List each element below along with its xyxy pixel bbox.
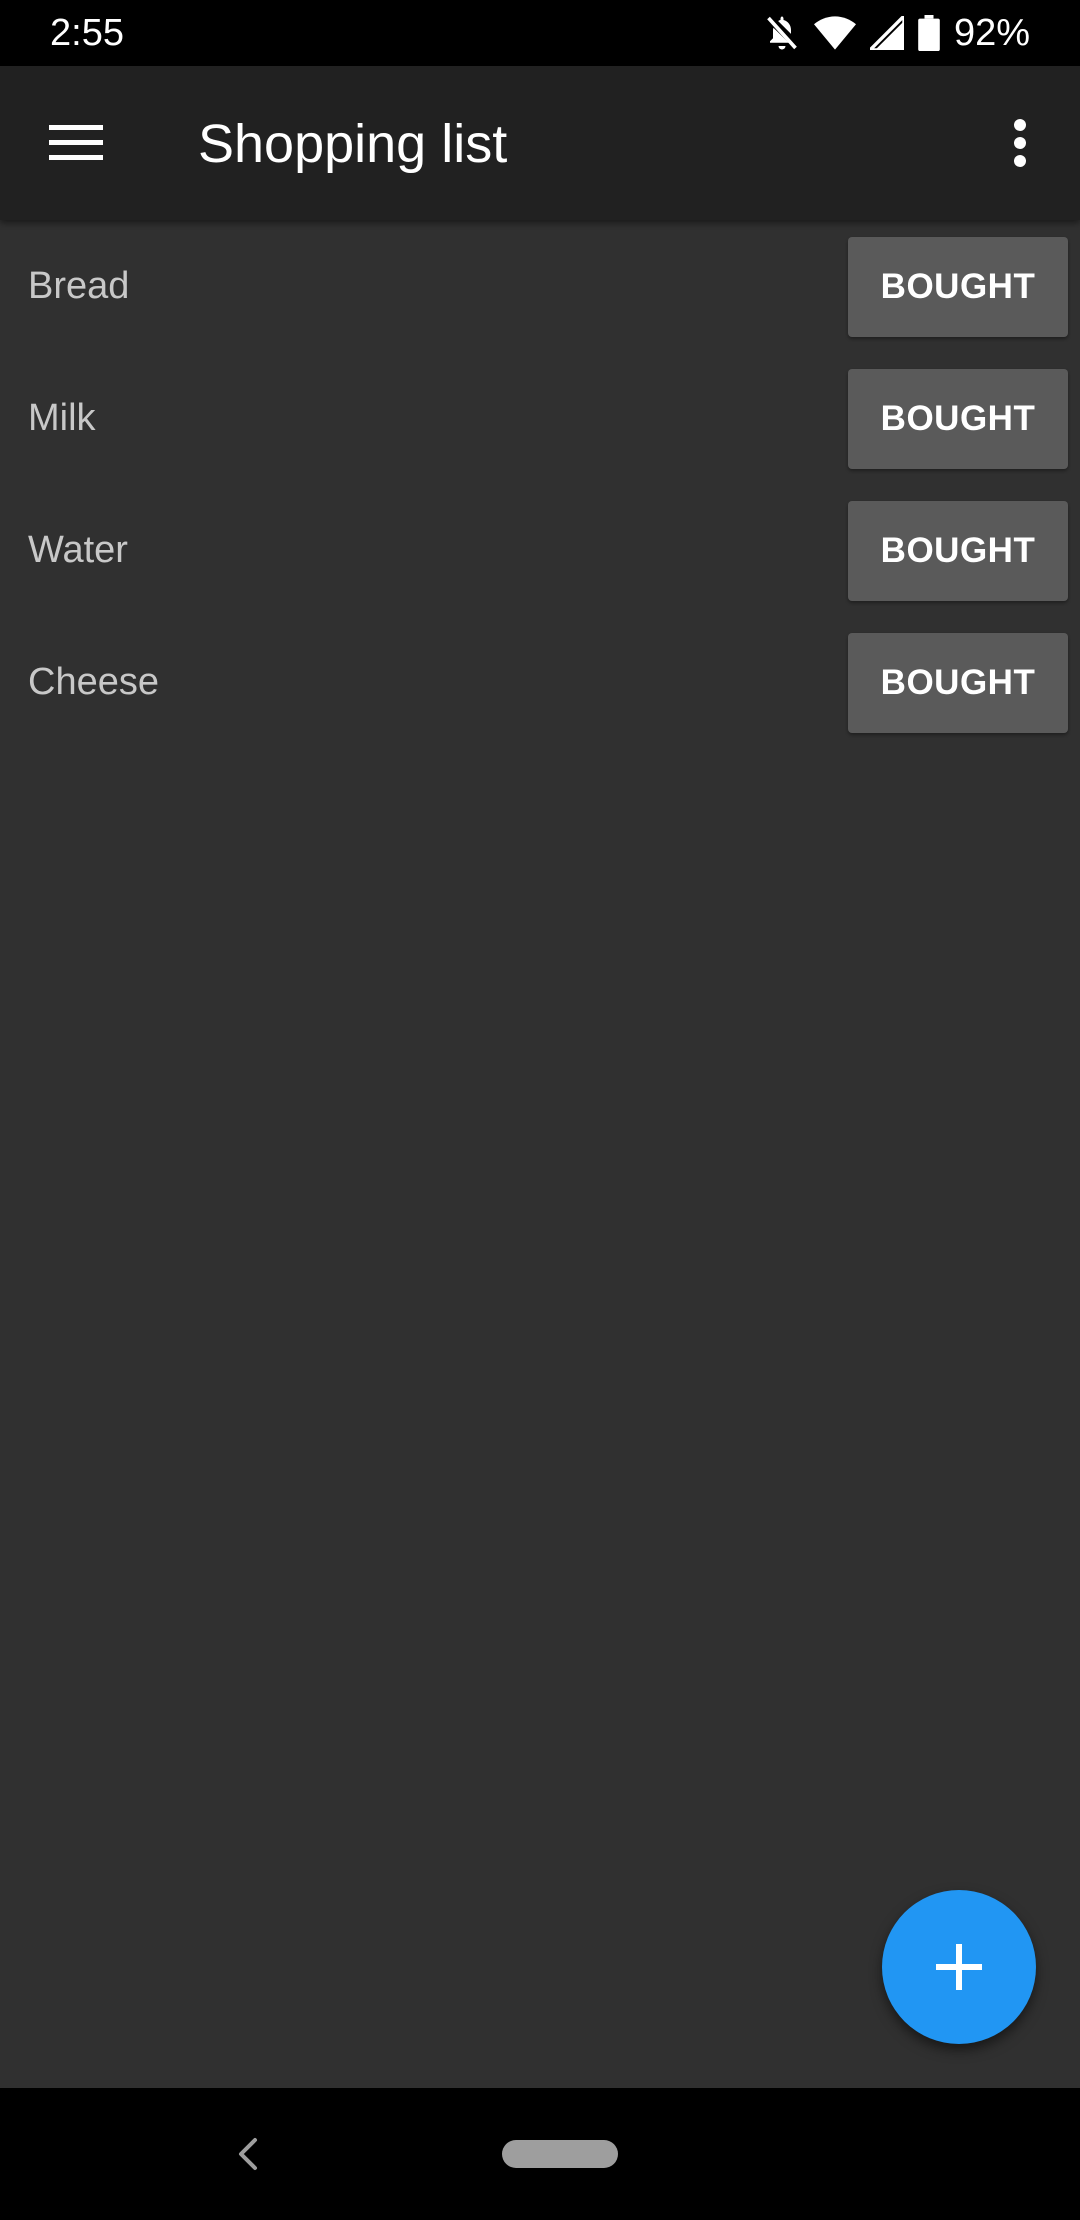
battery-percent: 92% [953, 12, 1030, 54]
bought-button[interactable]: BOUGHT [848, 369, 1068, 469]
shopping-list-screen: 2:55 92% Shopping list Bread BOUGHT Milk… [0, 0, 1080, 2220]
hamburger-menu-icon[interactable] [28, 99, 124, 187]
bought-button[interactable]: BOUGHT [848, 633, 1068, 733]
home-pill-icon[interactable] [502, 2140, 618, 2168]
bought-button[interactable]: BOUGHT [848, 501, 1068, 601]
status-time: 2:55 [50, 12, 124, 54]
item-label: Cheese [28, 661, 159, 703]
item-label: Water [28, 529, 128, 571]
notifications-off-icon [764, 13, 800, 53]
battery-icon [918, 15, 940, 51]
bought-button[interactable]: BOUGHT [848, 237, 1068, 337]
cell-signal-icon [869, 16, 904, 50]
add-item-button[interactable] [882, 1890, 1036, 2044]
list-item: Cheese BOUGHT [0, 616, 1080, 748]
item-label: Bread [28, 265, 130, 307]
wifi-icon [813, 16, 856, 50]
item-label: Milk [28, 397, 96, 439]
list-item: Milk BOUGHT [0, 352, 1080, 484]
list-item: Water BOUGHT [0, 484, 1080, 616]
status-icons: 92% [764, 10, 1030, 56]
page-title: Shopping list [198, 114, 508, 174]
app-bar: Shopping list [0, 66, 1080, 220]
status-bar: 2:55 92% [0, 0, 1080, 66]
navigation-bar [0, 2088, 1080, 2220]
back-chevron-icon[interactable] [216, 2122, 280, 2186]
shopping-list: Bread BOUGHT Milk BOUGHT Water BOUGHT Ch… [0, 220, 1080, 748]
more-vert-icon[interactable] [984, 99, 1056, 187]
list-item: Bread BOUGHT [0, 220, 1080, 352]
plus-icon [936, 1944, 982, 1990]
